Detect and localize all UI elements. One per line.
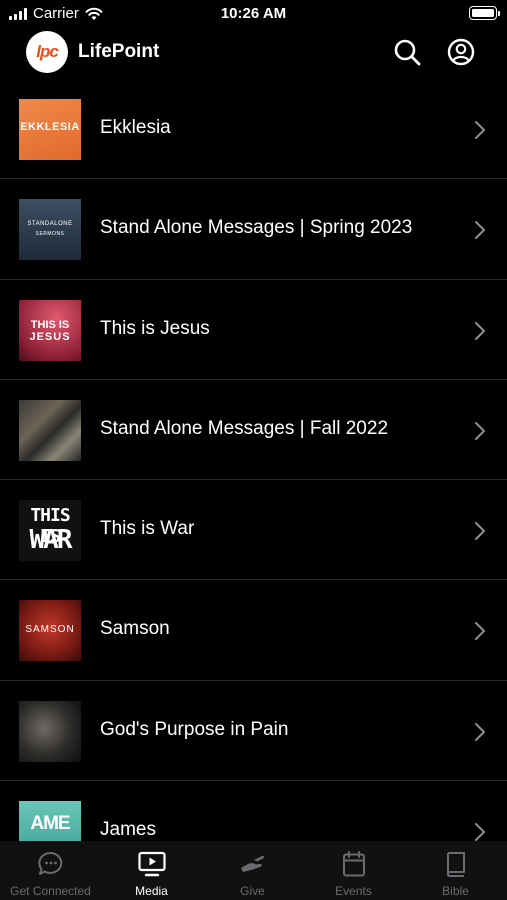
series-item-spring-2023[interactable]: STANDALONE SERMONS Stand Alone Messages … — [0, 179, 507, 280]
book-icon — [446, 852, 465, 877]
series-title: Stand Alone Messages | Fall 2022 — [100, 417, 389, 439]
series-item-this-is-jesus[interactable]: THIS IS JESUS This is Jesus — [0, 280, 507, 380]
chevron-right-icon — [475, 421, 485, 440]
chevron-right-icon — [475, 622, 485, 641]
series-item-james[interactable]: AME James — [0, 781, 507, 841]
tab-give[interactable]: Give — [202, 841, 303, 900]
series-item-ekklesia[interactable]: EKKLESIA Ekklesia — [0, 79, 507, 180]
chevron-right-icon — [475, 823, 485, 841]
tab-bar: Get Connected Media Give Events Bible — [0, 841, 507, 900]
series-title: God's Purpose in Pain — [100, 718, 289, 740]
status-bar: Carrier 10:26 AM — [0, 0, 507, 28]
tab-media[interactable]: Media — [101, 841, 202, 900]
calendar-icon — [342, 851, 365, 877]
lifepoint-logo[interactable]: lpc — [26, 31, 68, 73]
thumbnail-subtext: JESUS — [29, 330, 71, 343]
thumbnail-subtext: SERMONS — [35, 231, 65, 238]
thumbnail-text: EKKLESIA — [20, 121, 80, 133]
chevron-right-icon — [475, 722, 485, 741]
thumbnail-text: SAMSON — [25, 624, 75, 636]
series-thumbnail — [19, 700, 81, 762]
series-title: James — [100, 819, 156, 841]
series-title: This is Jesus — [100, 317, 210, 339]
chat-bubble-icon — [37, 851, 62, 875]
thumbnail-subtext: WAR — [29, 525, 73, 556]
search-icon[interactable] — [392, 37, 422, 67]
series-thumbnail: THIS IS JESUS — [19, 299, 81, 361]
tab-label: Media — [135, 884, 168, 898]
battery-icon — [469, 6, 500, 20]
tab-label: Get Connected — [10, 884, 91, 898]
chevron-right-icon — [475, 321, 485, 340]
tab-events[interactable]: Events — [303, 841, 404, 900]
series-title: Ekklesia — [100, 117, 171, 138]
series-thumbnail: STANDALONE SERMONS — [19, 199, 81, 261]
logo-text: lpc — [36, 42, 59, 61]
series-title: This is War — [100, 518, 195, 540]
tab-bible[interactable]: Bible — [404, 841, 507, 900]
series-item-gods-purpose-in-pain[interactable]: God's Purpose in Pain — [0, 681, 507, 782]
status-time: 10:26 AM — [220, 5, 287, 22]
app-header: lpc LifePoint — [0, 28, 507, 78]
series-thumbnail: EKKLESIA — [19, 99, 81, 160]
series-thumbnail: THIS IS WAR — [19, 500, 81, 562]
tab-label: Give — [240, 884, 265, 898]
series-thumbnail — [19, 399, 81, 461]
chevron-right-icon — [475, 522, 485, 541]
thumbnail-text: AME — [30, 813, 70, 835]
series-thumbnail: SAMSON — [19, 600, 81, 662]
thumbnail-text: STANDALONE — [27, 221, 73, 228]
give-hand-icon — [240, 855, 264, 872]
profile-icon[interactable] — [446, 37, 476, 67]
tab-get-connected[interactable]: Get Connected — [0, 841, 101, 900]
thumbnail-text: THIS IS — [30, 318, 70, 331]
series-list: EKKLESIA Ekklesia STANDALONE SERMONS Sta… — [0, 79, 507, 841]
series-title: Stand Alone Messages | Spring 2023 — [100, 217, 413, 239]
app-title: LifePoint — [78, 41, 160, 62]
tab-label: Events — [335, 884, 372, 898]
series-title: Samson — [100, 618, 170, 640]
chevron-right-icon — [475, 121, 485, 139]
chevron-right-icon — [475, 221, 485, 240]
tv-play-icon — [137, 851, 166, 877]
series-item-this-is-war[interactable]: THIS IS WAR This is War — [0, 480, 507, 581]
series-thumbnail: AME — [19, 801, 81, 841]
series-item-samson[interactable]: SAMSON Samson — [0, 580, 507, 681]
series-item-fall-2022[interactable]: Stand Alone Messages | Fall 2022 — [0, 380, 507, 481]
tab-label: Bible — [442, 884, 469, 898]
